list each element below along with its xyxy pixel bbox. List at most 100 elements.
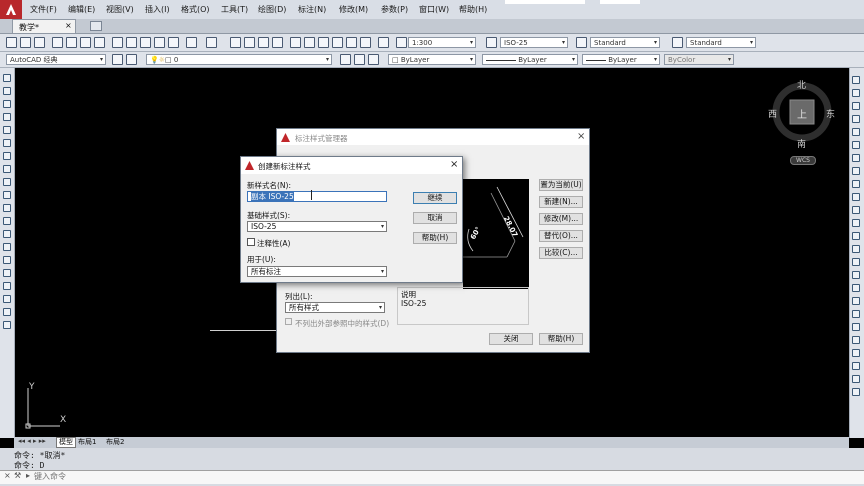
move-icon[interactable] xyxy=(852,141,860,149)
chamfer-icon[interactable] xyxy=(852,258,860,266)
join-icon[interactable] xyxy=(852,245,860,253)
cancel-button[interactable]: 取消 xyxy=(413,212,457,224)
new-icon[interactable] xyxy=(6,37,17,48)
close-icon[interactable]: × xyxy=(450,159,458,170)
zoom-realtime-icon[interactable] xyxy=(244,37,255,48)
quickcalc-icon[interactable] xyxy=(360,37,371,48)
new-style-name-input[interactable]: 副本 ISO-25 xyxy=(247,191,387,202)
viewcube-north[interactable]: 北 xyxy=(797,78,806,91)
ungroup-icon[interactable] xyxy=(852,349,860,357)
zoom-window-icon[interactable] xyxy=(258,37,269,48)
menu-item-11[interactable]: 帮助(H) xyxy=(459,4,487,15)
paste-icon[interactable] xyxy=(140,37,151,48)
menu-item-6[interactable]: 绘图(D) xyxy=(258,4,286,15)
redo-icon[interactable] xyxy=(206,37,217,48)
layer-state-icon[interactable] xyxy=(368,54,379,65)
annotation-icon[interactable] xyxy=(852,375,860,383)
markup-icon[interactable] xyxy=(346,37,357,48)
new-style-button[interactable]: 新建(N)... xyxy=(539,196,583,208)
menu-item-9[interactable]: 参数(P) xyxy=(381,4,408,15)
design-center-icon[interactable] xyxy=(304,37,315,48)
arc-icon[interactable] xyxy=(3,139,11,147)
3d-print-icon[interactable] xyxy=(94,37,105,48)
cut-icon[interactable] xyxy=(112,37,123,48)
color-dropdown[interactable]: □ ByLayer ▾ xyxy=(388,54,476,65)
linetype-dropdown[interactable]: ByLayer ▾ xyxy=(482,54,578,65)
modify-style-button[interactable]: 修改(M)... xyxy=(539,213,583,225)
use-for-dropdown[interactable]: 所有标注 ▾ xyxy=(247,266,387,277)
menu-item-4[interactable]: 格式(O) xyxy=(181,4,210,15)
workspace-settings-icon[interactable] xyxy=(112,54,123,65)
trim-icon[interactable] xyxy=(852,193,860,201)
sheet-set-icon[interactable] xyxy=(332,37,343,48)
plot-icon[interactable] xyxy=(52,37,63,48)
menu-item-5[interactable]: 工具(T) xyxy=(221,4,248,15)
multiline-text-icon[interactable] xyxy=(3,308,11,316)
plotstyle-dropdown[interactable]: ByColor ▾ xyxy=(664,54,734,65)
text-style-icon-2[interactable] xyxy=(576,37,587,48)
close-icon[interactable]: × xyxy=(577,131,585,142)
fillet-icon[interactable] xyxy=(852,271,860,279)
workspace-dropdown[interactable]: AutoCAD 经典 ▾ xyxy=(6,54,106,65)
menu-item-0[interactable]: 文件(F) xyxy=(30,4,57,15)
pan-icon[interactable] xyxy=(230,37,241,48)
menu-item-7[interactable]: 标注(N) xyxy=(298,4,326,15)
purge-icon[interactable] xyxy=(852,362,860,370)
text-style-dropdown[interactable]: Standard ▾ xyxy=(590,37,660,48)
mirror-icon[interactable] xyxy=(852,102,860,110)
copy-icon[interactable] xyxy=(126,37,137,48)
make-block-icon[interactable] xyxy=(3,230,11,238)
table-style-icon[interactable] xyxy=(672,37,683,48)
dim-style-dropdown[interactable]: ISO-25 ▾ xyxy=(500,37,568,48)
ellipse-icon[interactable] xyxy=(3,191,11,199)
layer-properties-icon[interactable] xyxy=(126,54,137,65)
help-button[interactable]: 帮助(H) xyxy=(413,232,457,244)
layer-previous-icon[interactable] xyxy=(354,54,365,65)
menu-item-1[interactable]: 编辑(E) xyxy=(68,4,95,15)
polygon-icon[interactable] xyxy=(3,113,11,121)
make-current-layer-icon[interactable] xyxy=(340,54,351,65)
viewcube-east[interactable]: 东 xyxy=(826,107,835,120)
rectangle-icon[interactable] xyxy=(3,126,11,134)
table-style-dropdown[interactable]: Standard ▾ xyxy=(686,37,756,48)
explode-icon[interactable] xyxy=(852,297,860,305)
insert-block-icon[interactable] xyxy=(3,217,11,225)
region-icon[interactable] xyxy=(3,282,11,290)
layout-tab-2[interactable]: 布局2 xyxy=(106,437,132,448)
override-style-button[interactable]: 替代(O)... xyxy=(539,230,583,242)
viewcube-west[interactable]: 西 xyxy=(768,107,777,120)
break-at-point-icon[interactable] xyxy=(852,219,860,227)
compare-style-button[interactable]: 比较(C)... xyxy=(539,247,583,259)
publish-icon[interactable] xyxy=(80,37,91,48)
text-style-icon[interactable] xyxy=(396,37,407,48)
ellipse-arc-icon[interactable] xyxy=(3,204,11,212)
add-selected-icon[interactable] xyxy=(3,321,11,329)
zoom-previous-icon[interactable] xyxy=(272,37,283,48)
login-box[interactable] xyxy=(600,0,640,4)
stretch-icon[interactable] xyxy=(852,180,860,188)
layout-tab-model[interactable]: 模型 xyxy=(56,437,76,448)
annotation-scale-dropdown[interactable]: 1:300 ▾ xyxy=(408,37,476,48)
lineweight-dropdown[interactable]: ByLayer ▾ xyxy=(582,54,660,65)
offset-icon[interactable] xyxy=(852,115,860,123)
construction-line-icon[interactable] xyxy=(3,87,11,95)
layer-tools-icon[interactable] xyxy=(852,310,860,318)
match-properties-icon[interactable] xyxy=(154,37,165,48)
layout-tab-1[interactable]: 布局1 xyxy=(78,437,104,448)
new-tab-button[interactable] xyxy=(90,21,102,31)
point-icon[interactable] xyxy=(3,243,11,251)
block-editor-icon[interactable] xyxy=(168,37,179,48)
object-snap-icon[interactable] xyxy=(852,388,860,396)
erase-icon[interactable] xyxy=(852,76,860,84)
set-current-button[interactable]: 置为当前(U) xyxy=(539,179,583,191)
rotate-icon[interactable] xyxy=(852,154,860,162)
base-style-dropdown[interactable]: ISO-25 ▾ xyxy=(247,221,387,232)
menu-item-3[interactable]: 插入(I) xyxy=(145,4,170,15)
help-icon[interactable] xyxy=(378,37,389,48)
polyline-icon[interactable] xyxy=(3,100,11,108)
menu-item-10[interactable]: 窗口(W) xyxy=(419,4,449,15)
application-menu-button[interactable] xyxy=(0,0,22,19)
circle-icon[interactable] xyxy=(3,152,11,160)
revision-cloud-icon[interactable] xyxy=(3,165,11,173)
close-button[interactable]: 关闭 xyxy=(489,333,533,345)
